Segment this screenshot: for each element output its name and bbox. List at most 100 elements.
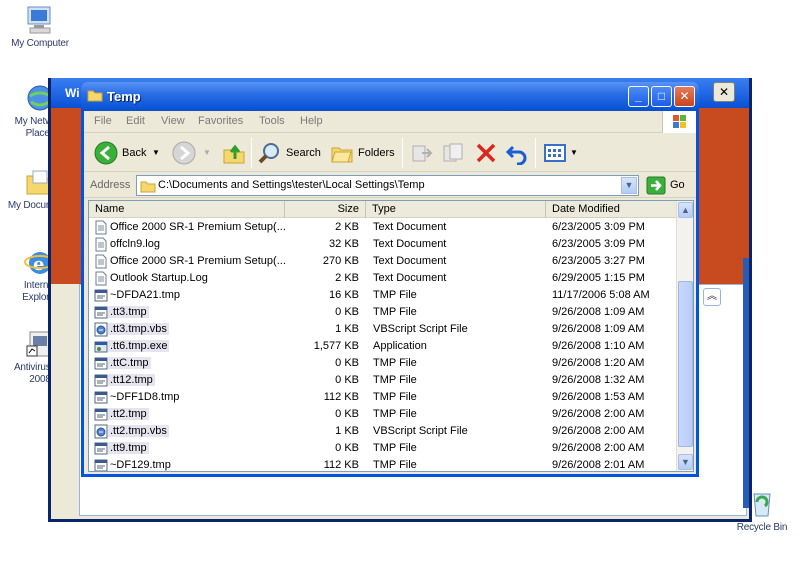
file-type: Text Document [373, 221, 447, 233]
file-row[interactable]: offcln9.log 32 KB Text Document 6/23/2005 3… [89, 236, 677, 253]
folders-icon [330, 141, 354, 168]
column-header-date-modified[interactable]: Date Modified [546, 201, 677, 218]
back-button[interactable]: Back ▼ [94, 141, 160, 165]
file-date-modified: 6/23/2005 3:09 PM [552, 221, 645, 233]
address-label: Address [90, 179, 131, 191]
file-date-modified: 9/26/2008 2:00 AM [552, 408, 645, 420]
file-row[interactable]: Office 2000 SR-1 Premium Setup(... 270 KB… [89, 253, 677, 270]
text-file-icon [94, 237, 108, 252]
window-titlebar[interactable]: Temp _ □ ✕ [81, 82, 699, 111]
tmp-file-icon [94, 356, 108, 371]
address-bar: Address C:\Documents and Settings\tester… [84, 173, 696, 198]
menu-edit[interactable]: Edit [126, 115, 145, 127]
file-type: Text Document [373, 272, 447, 284]
views-dropdown-icon[interactable]: ▼ [570, 148, 578, 157]
search-button[interactable]: Search [258, 141, 324, 165]
scrollbar-thumb[interactable] [678, 281, 693, 447]
file-row[interactable]: .tt3.tmp.vbs 1 KB VBScript Script File 9/26… [89, 321, 677, 338]
menu-favorites[interactable]: Favorites [198, 115, 243, 127]
undo-arrow-icon [505, 141, 529, 168]
maximize-button[interactable]: □ [651, 86, 672, 107]
text-file-icon [94, 254, 108, 269]
exe-file-icon [94, 339, 108, 354]
vertical-scrollbar[interactable]: ▲ ▼ [676, 201, 693, 471]
undo-button[interactable] [505, 141, 529, 168]
tmp-file-icon [94, 407, 108, 422]
folder-icon [140, 179, 156, 196]
vbs-file-icon [94, 424, 108, 439]
window-title: Temp [107, 89, 141, 104]
desktop-icon-my-computer[interactable]: My Computer [0, 4, 80, 50]
file-row[interactable]: .tt3.tmp 0 KB TMP File 9/26/2008 1:09 AM [89, 304, 677, 321]
file-type: TMP File [373, 357, 417, 369]
minimize-button[interactable]: _ [628, 86, 649, 107]
text-file-icon [94, 220, 108, 235]
file-name: .tt2.tmp.vbs [108, 425, 169, 437]
file-row[interactable]: ~DFF1D8.tmp 112 KB TMP File 9/26/2008 1:53 … [89, 389, 677, 406]
go-button[interactable]: Go [644, 175, 694, 196]
explorer-window[interactable]: Temp _ □ ✕ File Edit View Favorites Tool… [81, 82, 699, 477]
file-row[interactable]: .tt9.tmp 0 KB TMP File 9/26/2008 2:00 AM [89, 440, 677, 457]
file-name: .tt9.tmp [108, 442, 149, 454]
collapse-chevron-icon[interactable]: ︽ [703, 288, 721, 306]
file-list-header: Name Size Type Date Modified [89, 201, 677, 218]
file-type: Text Document [373, 238, 447, 250]
address-input[interactable]: C:\Documents and Settings\tester\Local S… [136, 175, 639, 196]
scroll-down-chevron-icon[interactable]: ▼ [678, 454, 693, 470]
file-date-modified: 9/26/2008 1:20 AM [552, 357, 645, 369]
menu-help[interactable]: Help [300, 115, 323, 127]
file-row[interactable]: .tt6.tmp.exe 1,577 KB Application 9/26/2008… [89, 338, 677, 355]
close-button[interactable]: ✕ [674, 86, 695, 107]
move-to-button[interactable] [410, 141, 434, 165]
forward-button[interactable]: ▼ [172, 141, 212, 165]
forward-arrow-icon [172, 141, 196, 168]
background-window-close-button[interactable]: ✕ [713, 82, 735, 102]
menu-view[interactable]: View [161, 115, 185, 127]
file-type: Application [373, 340, 427, 352]
search-label: Search [286, 147, 321, 159]
file-row[interactable]: Outlook Startup.Log 2 KB Text Document 6/29… [89, 270, 677, 287]
file-row[interactable]: .tt12.tmp 0 KB TMP File 9/26/2008 1:32 AM [89, 372, 677, 389]
menu-tools[interactable]: Tools [259, 115, 285, 127]
computer-icon [24, 4, 56, 36]
column-header-size[interactable]: Size [285, 201, 366, 218]
file-size: 2 KB [335, 272, 359, 284]
back-dropdown-icon[interactable]: ▼ [152, 148, 160, 157]
file-size: 112 KB [323, 391, 359, 403]
file-date-modified: 6/23/2005 3:27 PM [552, 255, 645, 267]
copy-to-button[interactable] [441, 141, 465, 165]
up-folder-button[interactable] [222, 141, 246, 165]
file-size: 32 KB [329, 238, 359, 250]
file-date-modified: 9/26/2008 1:53 AM [552, 391, 645, 403]
file-row[interactable]: .tt2.tmp.vbs 1 KB VBScript Script File 9/26… [89, 423, 677, 440]
file-size: 1 KB [335, 323, 359, 335]
forward-dropdown-icon[interactable]: ▼ [203, 148, 211, 157]
file-size: 270 KB [322, 255, 359, 267]
folders-button[interactable]: Folders [330, 141, 396, 165]
file-row[interactable]: .ttC.tmp 0 KB TMP File 9/26/2008 1:20 AM [89, 355, 677, 372]
address-dropdown-chevron-icon[interactable]: ▼ [621, 177, 637, 194]
tmp-file-icon [94, 288, 108, 303]
file-size: 1,577 KB [313, 340, 359, 352]
file-row[interactable]: ~DF129.tmp 112 KB TMP File 9/26/2008 2:01 A… [89, 457, 677, 471]
scroll-up-chevron-icon[interactable]: ▲ [678, 202, 693, 218]
file-row[interactable]: Office 2000 SR-1 Premium Setup(... 2 KB Te… [89, 219, 677, 236]
file-type: TMP File [373, 306, 417, 318]
toolbar-separator [251, 138, 252, 168]
file-type: Text Document [373, 255, 447, 267]
file-name: Office 2000 SR-1 Premium Setup(... [110, 221, 286, 233]
file-name: .tt6.tmp.exe [108, 340, 170, 352]
menu-file[interactable]: File [94, 115, 112, 127]
column-header-type[interactable]: Type [366, 201, 546, 218]
file-row[interactable]: .tt2.tmp 0 KB TMP File 9/26/2008 2:00 AM [89, 406, 677, 423]
file-name: Outlook Startup.Log [110, 272, 208, 284]
column-header-name[interactable]: Name [89, 201, 285, 218]
file-row[interactable]: ~DFDA21.tmp 16 KB TMP File 11/17/2006 5:08 … [89, 287, 677, 304]
file-date-modified: 6/29/2005 1:15 PM [552, 272, 645, 284]
text-file-icon [94, 271, 108, 286]
file-size: 1 KB [335, 425, 359, 437]
go-label: Go [670, 179, 685, 191]
delete-button[interactable] [474, 141, 498, 165]
views-button[interactable]: ▼ [543, 141, 579, 165]
file-list[interactable]: Name Size Type Date Modified Office 2000… [88, 200, 694, 472]
